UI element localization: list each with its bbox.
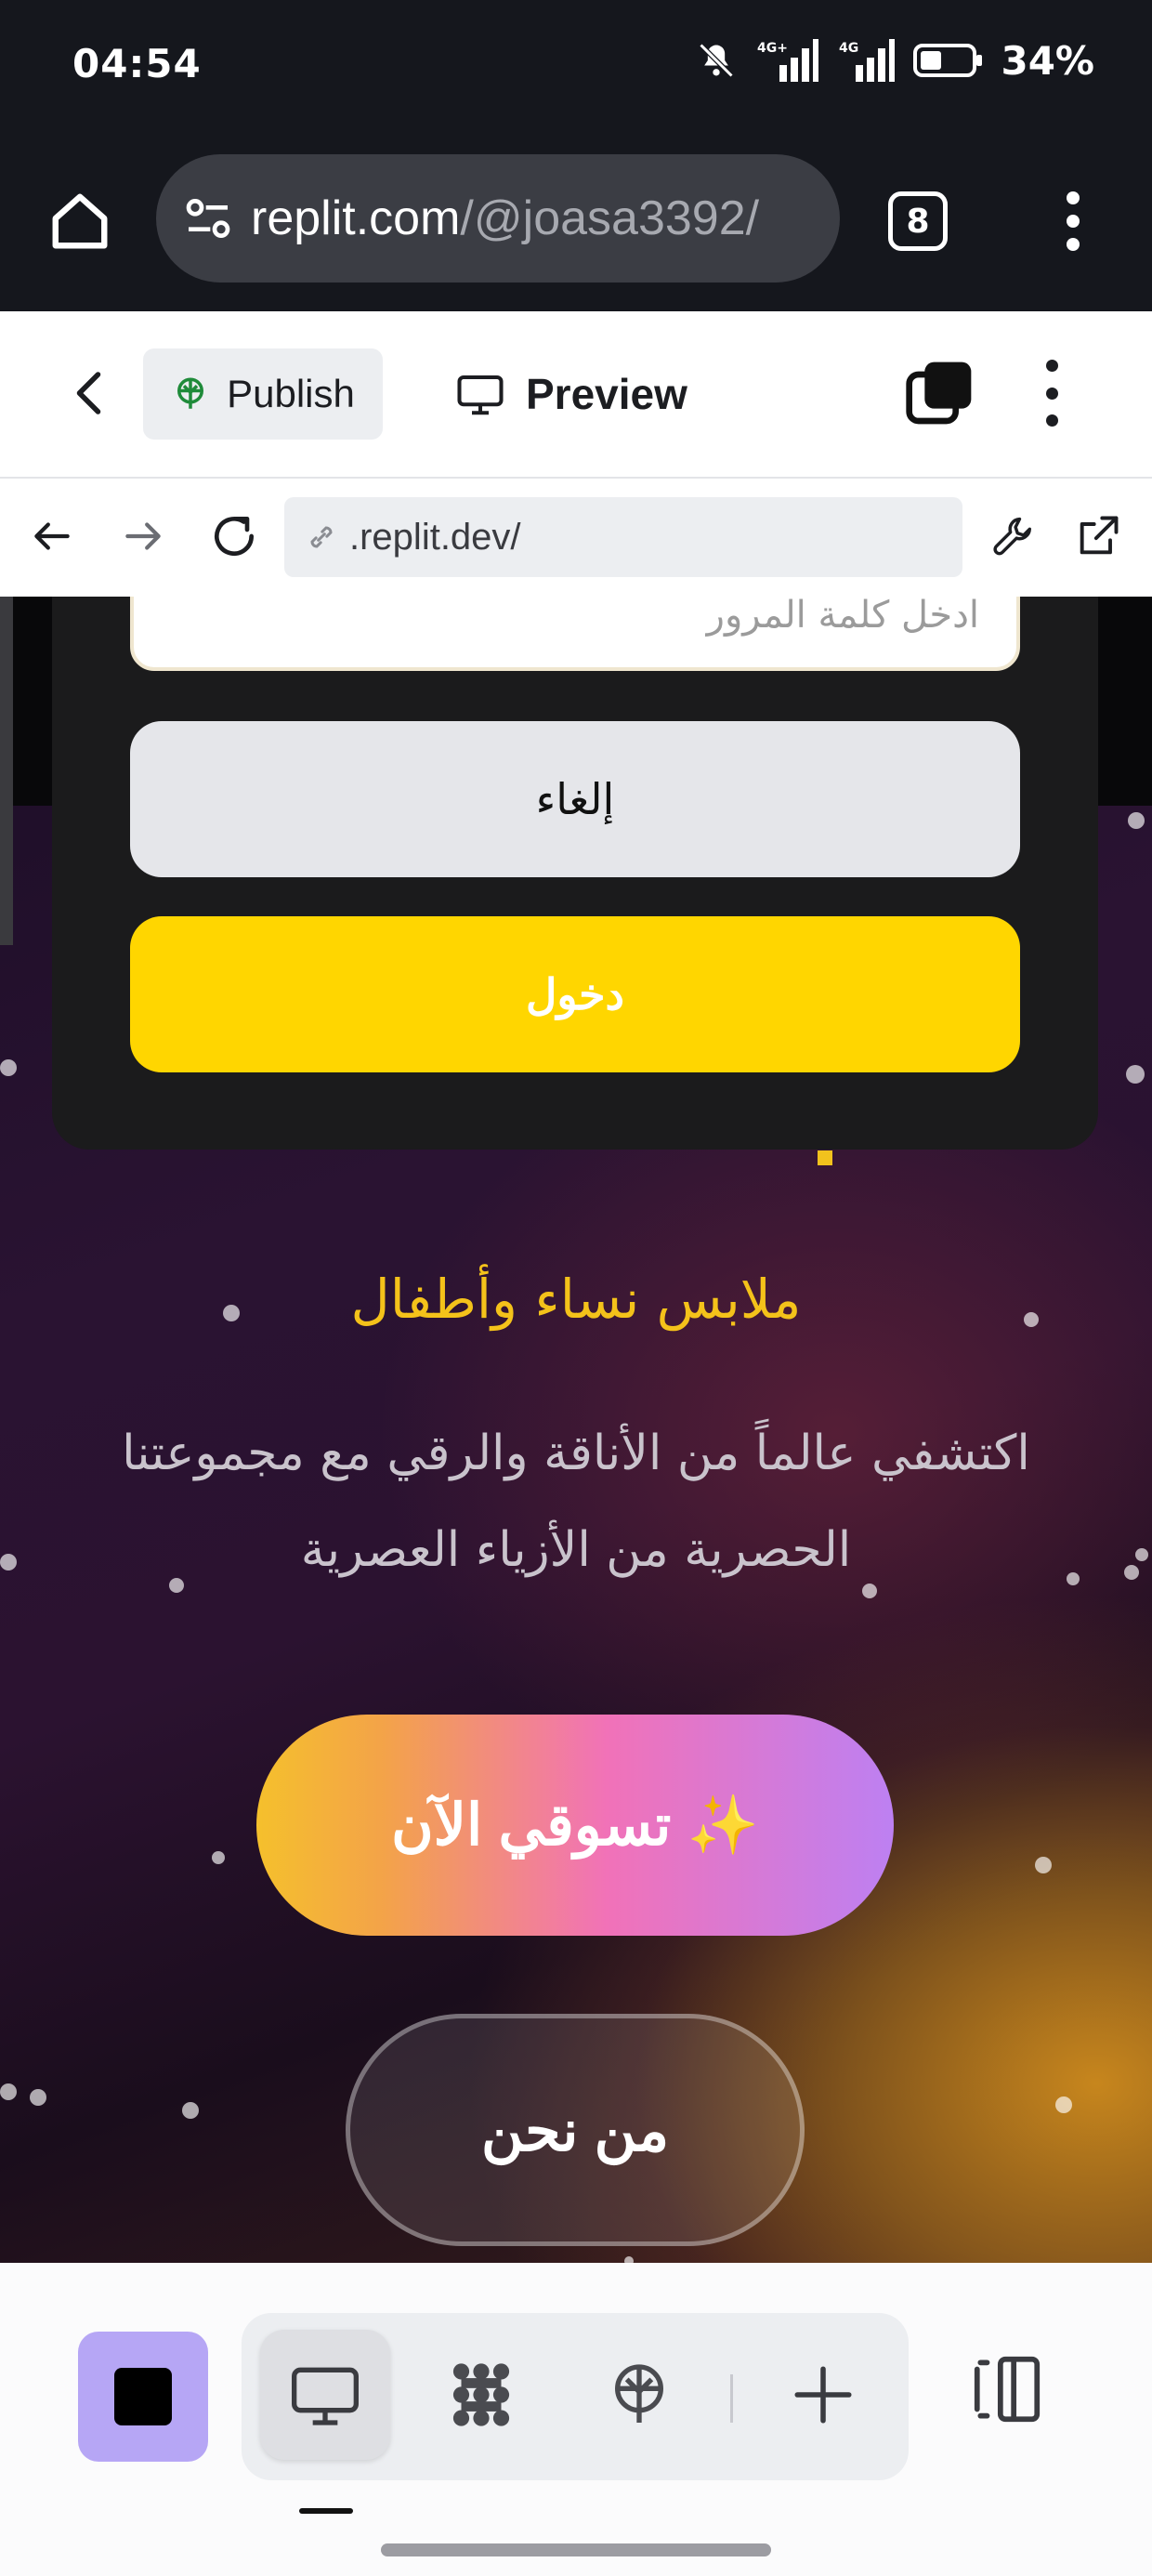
plus-icon [794,2366,852,2424]
svg-text:4G+: 4G+ [757,41,788,56]
active-tab-indicator [299,2508,353,2514]
sparkle [1128,812,1145,829]
svg-text:4G: 4G [839,41,858,56]
layers-icon [906,361,972,425]
menu-dot [1067,215,1080,228]
nav-back-button[interactable] [22,506,82,566]
deploy-tool-button[interactable] [574,2330,704,2460]
screen: 04:54 4G+ 4G 34% replit.com/@joasa3392/ [0,0,1152,2576]
cancel-button[interactable]: إلغاء [130,721,1020,877]
password-input[interactable] [130,597,1020,671]
publish-label: Publish [227,372,355,415]
home-button[interactable] [43,184,117,258]
about-us-button[interactable]: من نحن [346,2014,805,2246]
status-time: 04:54 [72,41,202,86]
sparkle [862,1584,877,1598]
sparkle [0,1554,17,1571]
login-button[interactable]: دخول [130,916,1020,1072]
replit-bottom-toolbar [0,2263,1152,2576]
browser-toolbar: replit.com/@joasa3392/ 8 [0,139,1152,311]
sparkle [169,1578,184,1593]
mute-icon [696,40,737,81]
gesture-bar[interactable] [381,2543,771,2556]
preview-label: Preview [526,370,687,418]
tabs-layers-button[interactable] [903,356,977,430]
sparkle [1124,1565,1139,1580]
shop-now-button[interactable]: تسوقي الآن ✨ [256,1715,894,1936]
sparkle [1035,1857,1052,1873]
menu-dot [1067,238,1080,251]
preview-tool-button[interactable] [260,2330,390,2460]
webview-content: إلغاء دخول ملابس نساء وأطفال اكتشفي عالم… [0,597,1152,2263]
battery-percent: 34% [1001,37,1094,84]
back-button[interactable] [63,365,119,421]
home-icon [52,193,108,249]
stop-button[interactable] [78,2332,208,2462]
decorative-square [818,1150,832,1165]
tab-preview[interactable]: Preview [455,348,687,440]
reload-icon [215,517,254,557]
sparkle [1135,1548,1148,1561]
webview-address: .replit.dev/ [349,516,521,558]
menu-dot [1045,387,1058,400]
webview-nav: .replit.dev/ [0,479,1152,597]
url-path: /@joasa3392/ [460,191,760,245]
sparkle [1067,1572,1080,1585]
tab-switcher-button[interactable]: 8 [888,191,948,251]
sparkle [223,1305,240,1321]
login-modal: إلغاء دخول [52,597,1098,1150]
monitor-icon [457,375,504,415]
menu-dot [1067,191,1080,204]
status-bar: 04:54 4G+ 4G 34% [0,0,1152,139]
monitor-icon [292,2367,359,2425]
external-link-icon [1080,516,1119,555]
hero-title: ملابس نساء وأطفال [350,1268,802,1331]
nav-forward-button[interactable] [113,506,173,566]
sparkle [0,2083,17,2100]
wrench-icon [993,517,1031,556]
tool-group [242,2313,909,2480]
replit-header: Publish Preview [0,311,1152,479]
menu-dot [1045,360,1058,372]
divider [730,2374,733,2423]
agent-icon [452,2363,510,2426]
url-bar[interactable]: replit.com/@joasa3392/ [156,154,840,283]
publish-icon [615,2364,663,2423]
scroll-edge [0,597,13,945]
signal-icon-2: 4G [837,37,897,84]
sparkle [1126,1065,1145,1084]
panel-toggle-button[interactable] [961,2343,1054,2436]
sparkle [1055,2096,1072,2113]
replit-menu-button[interactable] [1033,360,1070,427]
open-external-button[interactable] [1068,506,1128,566]
browser-menu-button[interactable] [1050,184,1096,258]
stop-icon [114,2368,172,2425]
sparkle [30,2089,46,2106]
add-tool-button[interactable] [758,2330,888,2460]
devtools-button[interactable] [985,506,1044,566]
sparkle [624,2256,634,2263]
sparkle [182,2102,199,2119]
url-text: replit.com/@joasa3392/ [251,191,759,246]
panel-icon [974,2356,1041,2423]
battery-icon [913,42,984,79]
arrow-right-icon [125,522,161,550]
sparkle [1024,1312,1039,1327]
hero-subtitle: اكتشفي عالماً من الأناقة والرقي مع مجموع… [122,1426,1030,1578]
url-host: replit.com [251,191,461,245]
agent-tool-button[interactable] [416,2330,546,2460]
arrow-left-icon [34,522,70,550]
publish-icon [177,377,204,409]
webview-address-bar[interactable]: .replit.dev/ [284,497,962,577]
link-icon [310,526,333,548]
menu-dot [1045,414,1058,427]
site-settings-icon [186,199,230,238]
signal-icon: 4G+ [753,37,820,84]
reload-button[interactable] [204,506,264,566]
status-icons: 4G+ 4G 34% [696,37,1094,84]
publish-button[interactable]: Publish [143,348,383,440]
sparkle [0,1059,17,1076]
sparkle [212,1851,225,1864]
chevron-left-icon [76,372,101,414]
